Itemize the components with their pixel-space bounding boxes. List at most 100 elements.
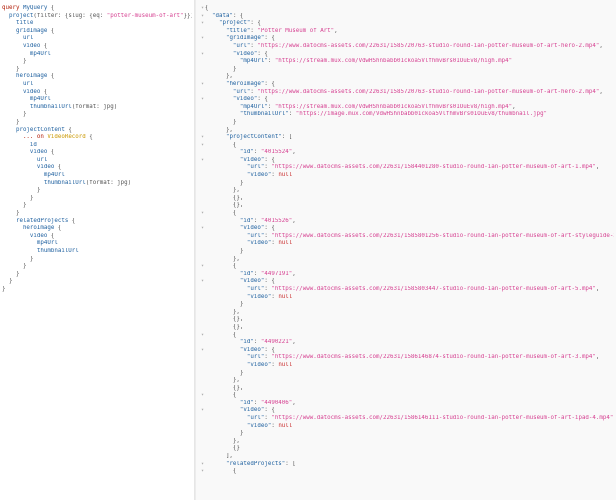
query-line: mp4Url: [2, 51, 192, 59]
code-token: {: [205, 331, 237, 338]
code-token: :: [253, 217, 261, 224]
code-token: null: [278, 293, 293, 300]
query-line: gridImage {: [2, 28, 192, 36]
code-token: : {: [250, 20, 261, 27]
code-token: }: [2, 202, 27, 209]
graphiql-app: query MyQuery { project(filter: {slug: {…: [0, 0, 616, 500]
result-line: },: [201, 73, 614, 81]
result-line: ▾ {: [201, 263, 614, 271]
code-token: {},: [205, 194, 244, 201]
result-line: ▾ {: [201, 392, 614, 400]
code-token: "4497191": [260, 270, 293, 277]
code-token: thumbnailUrl: [2, 103, 72, 110]
result-line: ▾{: [201, 5, 614, 13]
code-token: "https://image.mux.com/VdwHShnbabb01ckoa…: [295, 111, 548, 118]
result-line: "video": null: [201, 240, 614, 248]
result-line: },: [201, 127, 614, 135]
query-line: }: [2, 278, 192, 286]
code-token: :: [253, 270, 261, 277]
code-token: }: [205, 179, 244, 186]
result-line: ▾ "relatedProjects": [: [201, 461, 614, 469]
code-token: :: [267, 58, 275, 65]
code-token: : [: [285, 460, 296, 467]
code-token: {: [205, 263, 237, 270]
result-line: "url": "https://www.datocms-assets.com/2…: [201, 164, 614, 172]
query-code[interactable]: query MyQuery { project(filter: {slug: {…: [2, 5, 192, 294]
code-token: :: [267, 103, 275, 110]
query-line: }: [2, 66, 192, 74]
result-line: "id": "4497191",: [201, 271, 614, 279]
code-token: {: [54, 225, 62, 232]
result-line: {}: [201, 445, 614, 453]
code-token: thumbnailUrl: [2, 179, 86, 186]
code-token: "video": [232, 50, 258, 57]
code-token: "url": [232, 42, 251, 49]
result-line: ],: [201, 453, 614, 461]
code-token: {: [47, 149, 55, 156]
result-line: }: [201, 180, 614, 188]
code-token: url: [2, 80, 34, 87]
code-token: ,: [292, 217, 296, 224]
result-line: }: [201, 66, 614, 74]
code-token: : [: [281, 134, 293, 141]
query-line: thumbnailUrl: [2, 248, 192, 256]
code-token: }}) {: [183, 12, 193, 19]
code-token: "mp4Url": [239, 58, 268, 65]
code-token: : {: [264, 278, 275, 285]
query-line: ... on VideoRecord {: [2, 134, 192, 142]
query-line: title: [2, 20, 192, 28]
code-token: ,: [595, 354, 600, 361]
code-token: video: [2, 88, 41, 95]
code-token: {},: [205, 384, 244, 391]
query-line: heroImage {: [2, 73, 192, 81]
code-token: {: [64, 126, 72, 133]
result-line: ▾ "data": {: [201, 13, 614, 21]
code-token: "projectContent": [225, 134, 282, 141]
code-token: ,: [595, 285, 600, 292]
code-token: "https://www.datocms-assets.com/22631/15…: [271, 285, 596, 292]
code-token: "heroImage": [225, 80, 265, 87]
result-line: {},: [201, 385, 614, 393]
code-token: {},: [205, 316, 244, 323]
code-token: video: [2, 232, 48, 239]
result-line: ▾ "video": {: [201, 51, 614, 59]
code-token: }: [205, 118, 237, 125]
result-line: "url": "https://www.datocms-assets.com/2…: [201, 43, 614, 51]
code-token: "url": [246, 232, 265, 239]
code-token: : {: [264, 407, 275, 414]
code-token: {: [205, 392, 237, 399]
code-token: video: [2, 149, 48, 156]
code-token: "video": [246, 293, 272, 300]
code-token: }: [2, 278, 13, 285]
code-token: : {: [257, 50, 268, 57]
code-token: {: [47, 27, 55, 34]
code-token: ,: [292, 339, 296, 346]
query-editor[interactable]: query MyQuery { project(filter: {slug: {…: [0, 0, 194, 500]
code-token: {: [205, 468, 237, 475]
query-line: }: [2, 210, 192, 218]
code-token: }: [205, 369, 244, 376]
query-line: video {: [2, 43, 192, 51]
code-token: {: [40, 88, 48, 95]
code-token: }: [205, 65, 237, 72]
code-token: "https://www.datocms-assets.com/22631/15…: [271, 415, 614, 422]
result-line: },: [201, 438, 614, 446]
code-token: VideoRecord: [47, 134, 86, 141]
code-token: {: [85, 134, 93, 141]
code-token: }: [2, 255, 34, 262]
code-token: }: [2, 65, 20, 72]
code-token: {},: [205, 202, 244, 209]
result-line: ▾ "project": {: [201, 20, 614, 28]
